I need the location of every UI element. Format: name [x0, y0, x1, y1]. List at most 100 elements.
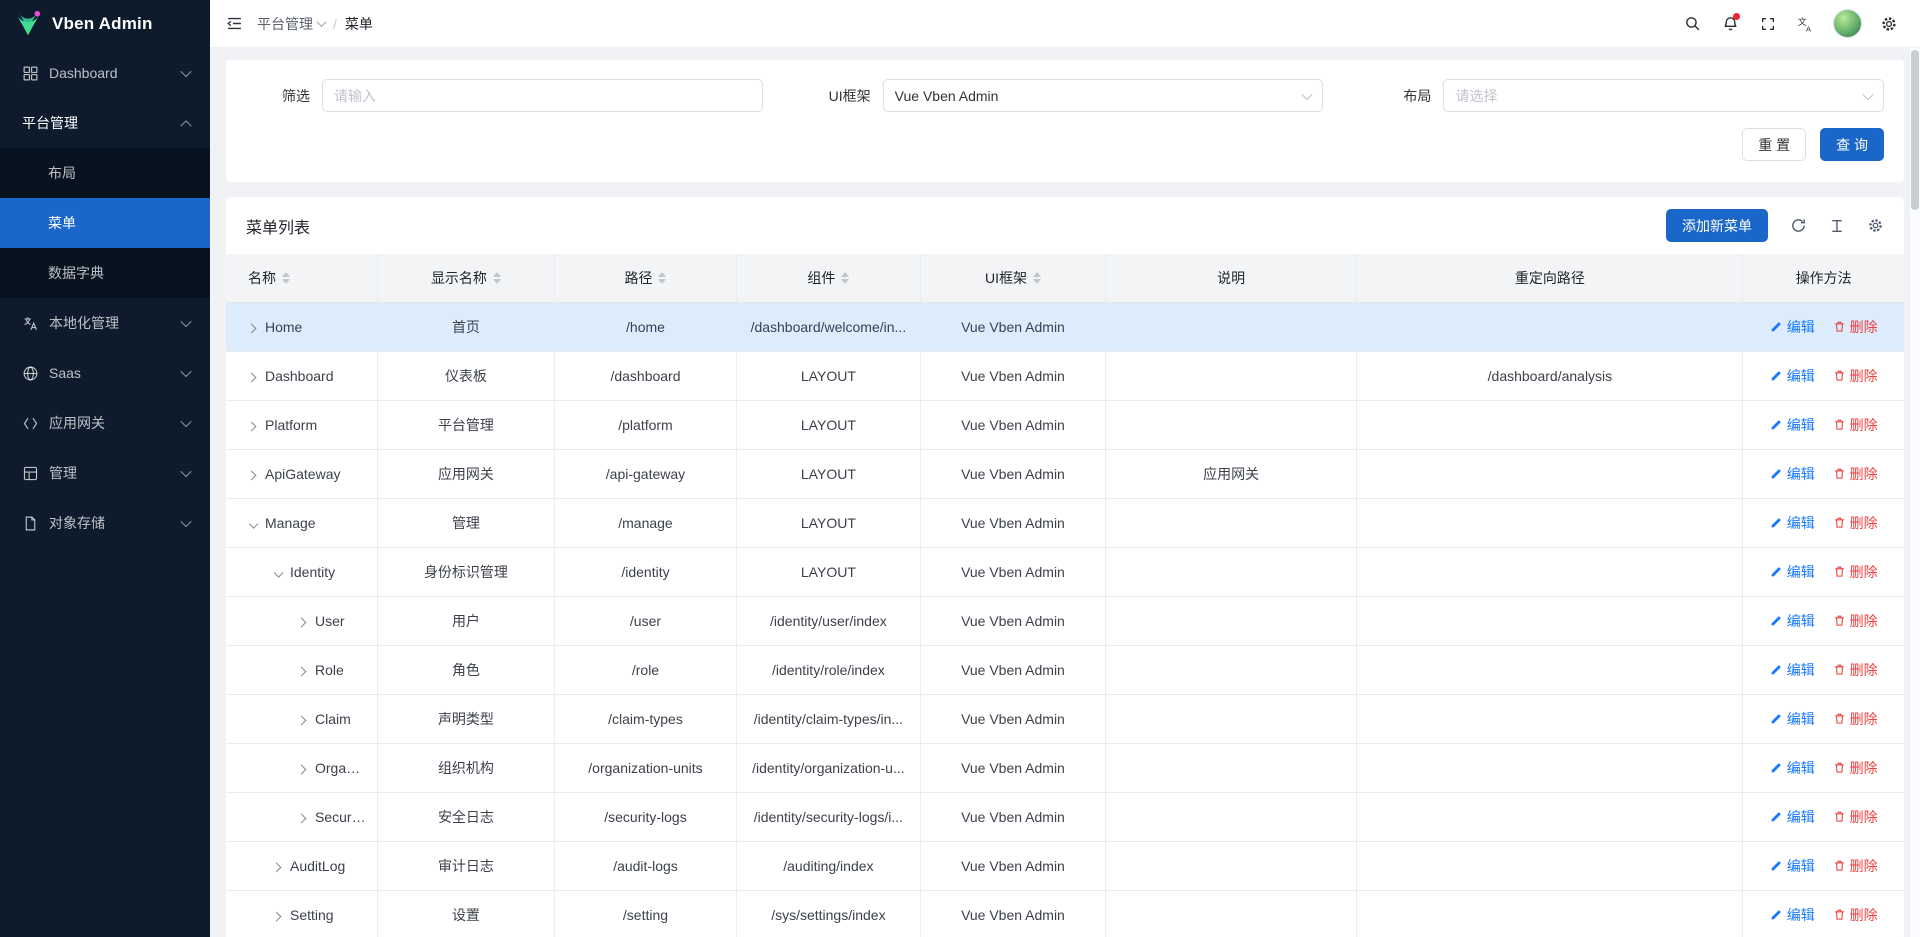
delete-button[interactable]: 删除 [1833, 807, 1878, 827]
edit-button[interactable]: 编辑 [1770, 807, 1815, 827]
column-header-display-name[interactable]: 显示名称 [377, 254, 555, 302]
scrollbar-thumb[interactable] [1911, 50, 1919, 210]
cell-redirect [1357, 596, 1743, 645]
table-row[interactable]: ApiGateway 应用网关 /api-gateway LAYOUT Vue … [226, 449, 1904, 498]
sidebar-item-menu[interactable]: 菜单 [0, 198, 210, 248]
expand-icon[interactable] [247, 470, 257, 480]
cell-redirect [1357, 792, 1743, 841]
delete-button[interactable]: 删除 [1833, 709, 1878, 729]
delete-button[interactable]: 删除 [1833, 758, 1878, 778]
refresh-icon[interactable] [1790, 217, 1807, 234]
breadcrumb-root[interactable]: 平台管理 [257, 14, 325, 34]
delete-button[interactable]: 删除 [1833, 513, 1878, 533]
delete-button[interactable]: 删除 [1833, 317, 1878, 337]
expand-icon[interactable] [297, 666, 307, 676]
language-icon[interactable]: 文A [1789, 7, 1823, 41]
ui-framework-select[interactable]: Vue Vben Admin [883, 79, 1324, 112]
expand-icon[interactable] [272, 862, 282, 872]
edit-button[interactable]: 编辑 [1770, 856, 1815, 876]
edit-button[interactable]: 编辑 [1770, 611, 1815, 631]
edit-button[interactable]: 编辑 [1770, 464, 1815, 484]
table-row[interactable]: Setting 设置 /setting /sys/settings/index … [226, 890, 1904, 937]
cell-ui-framework: Vue Vben Admin [921, 890, 1106, 937]
table-row[interactable]: Identity 身份标识管理 /identity LAYOUT Vue Vbe… [226, 547, 1904, 596]
delete-button[interactable]: 删除 [1833, 905, 1878, 925]
delete-button[interactable]: 删除 [1833, 415, 1878, 435]
edit-button[interactable]: 编辑 [1770, 513, 1815, 533]
row-height-icon[interactable] [1829, 218, 1845, 234]
delete-button[interactable]: 删除 [1833, 856, 1878, 876]
filter-input[interactable] [322, 79, 763, 112]
add-menu-button[interactable]: 添加新菜单 [1666, 209, 1768, 242]
expand-icon[interactable] [247, 323, 257, 333]
delete-button[interactable]: 删除 [1833, 366, 1878, 386]
chevron-down-icon [180, 366, 191, 377]
table-row[interactable]: Manage 管理 /manage LAYOUT Vue Vben Admin … [226, 498, 1904, 547]
delete-button[interactable]: 删除 [1833, 464, 1878, 484]
column-header-path[interactable]: 路径 [555, 254, 736, 302]
expand-icon[interactable] [274, 567, 284, 577]
edit-button[interactable]: 编辑 [1770, 905, 1815, 925]
delete-button[interactable]: 删除 [1833, 562, 1878, 582]
delete-button[interactable]: 删除 [1833, 660, 1878, 680]
expand-icon[interactable] [297, 715, 307, 725]
column-header-component[interactable]: 组件 [736, 254, 921, 302]
edit-button[interactable]: 编辑 [1770, 415, 1815, 435]
logo[interactable]: Vben Admin [0, 0, 210, 48]
sort-icon[interactable] [282, 272, 290, 284]
sidebar-item-data-dictionary[interactable]: 数据字典 [0, 248, 210, 298]
table-settings-gear-icon[interactable] [1867, 217, 1884, 234]
expand-icon[interactable] [247, 421, 257, 431]
search-icon[interactable] [1675, 7, 1709, 41]
edit-button[interactable]: 编辑 [1770, 366, 1815, 386]
column-header-name[interactable]: 名称 [226, 254, 377, 302]
expand-icon[interactable] [297, 813, 307, 823]
column-header-ui-framework[interactable]: UI框架 [921, 254, 1106, 302]
edit-button[interactable]: 编辑 [1770, 317, 1815, 337]
sort-icon[interactable] [493, 272, 501, 284]
edit-button[interactable]: 编辑 [1770, 758, 1815, 778]
sidebar-item-manage[interactable]: 管理 [0, 448, 210, 498]
avatar[interactable] [1833, 9, 1862, 38]
cell-ui-framework: Vue Vben Admin [921, 351, 1106, 400]
table-row[interactable]: Dashboard 仪表板 /dashboard LAYOUT Vue Vben… [226, 351, 1904, 400]
sort-icon[interactable] [658, 272, 666, 284]
gear-icon[interactable] [1872, 7, 1906, 41]
sidebar-item-layout[interactable]: 布局 [0, 148, 210, 198]
pencil-icon [1770, 810, 1783, 823]
pencil-icon [1770, 614, 1783, 627]
sidebar-item-platform[interactable]: 平台管理 [0, 98, 210, 148]
fullscreen-icon[interactable] [1751, 7, 1785, 41]
edit-button[interactable]: 编辑 [1770, 709, 1815, 729]
table-row[interactable]: Organiz... 组织机构 /organization-units /ide… [226, 743, 1904, 792]
search-button[interactable]: 查 询 [1820, 128, 1884, 161]
sidebar-item-localization[interactable]: 本地化管理 [0, 298, 210, 348]
table-row[interactable]: Home 首页 /home /dashboard/welcome/in... V… [226, 302, 1904, 351]
expand-icon[interactable] [297, 617, 307, 627]
table-row[interactable]: Security... 安全日志 /security-logs /identit… [226, 792, 1904, 841]
table-row[interactable]: AuditLog 审计日志 /audit-logs /auditing/inde… [226, 841, 1904, 890]
table-row[interactable]: Platform 平台管理 /platform LAYOUT Vue Vben … [226, 400, 1904, 449]
sort-icon[interactable] [841, 272, 849, 284]
expand-icon[interactable] [247, 372, 257, 382]
vertical-scrollbar[interactable] [1910, 48, 1920, 937]
sidebar-item-api-gateway[interactable]: 应用网关 [0, 398, 210, 448]
table-row[interactable]: User 用户 /user /identity/user/index Vue V… [226, 596, 1904, 645]
sidebar-item-saas[interactable]: Saas [0, 348, 210, 398]
expand-icon[interactable] [272, 911, 282, 921]
notification-bell-icon[interactable] [1713, 7, 1747, 41]
sidebar-item-dashboard[interactable]: Dashboard [0, 48, 210, 98]
sidebar-item-object-storage[interactable]: 对象存储 [0, 498, 210, 548]
menu-fold-icon[interactable] [226, 15, 243, 32]
delete-button[interactable]: 删除 [1833, 611, 1878, 631]
expand-icon[interactable] [297, 764, 307, 774]
edit-button[interactable]: 编辑 [1770, 562, 1815, 582]
table-row[interactable]: Role 角色 /role /identity/role/index Vue V… [226, 645, 1904, 694]
expand-icon[interactable] [249, 518, 259, 528]
layout-select[interactable]: 请选择 [1443, 79, 1884, 112]
reset-button[interactable]: 重 置 [1742, 128, 1806, 161]
sort-icon[interactable] [1033, 272, 1041, 284]
row-name: Platform [265, 417, 317, 433]
edit-button[interactable]: 编辑 [1770, 660, 1815, 680]
table-row[interactable]: Claim 声明类型 /claim-types /identity/claim-… [226, 694, 1904, 743]
